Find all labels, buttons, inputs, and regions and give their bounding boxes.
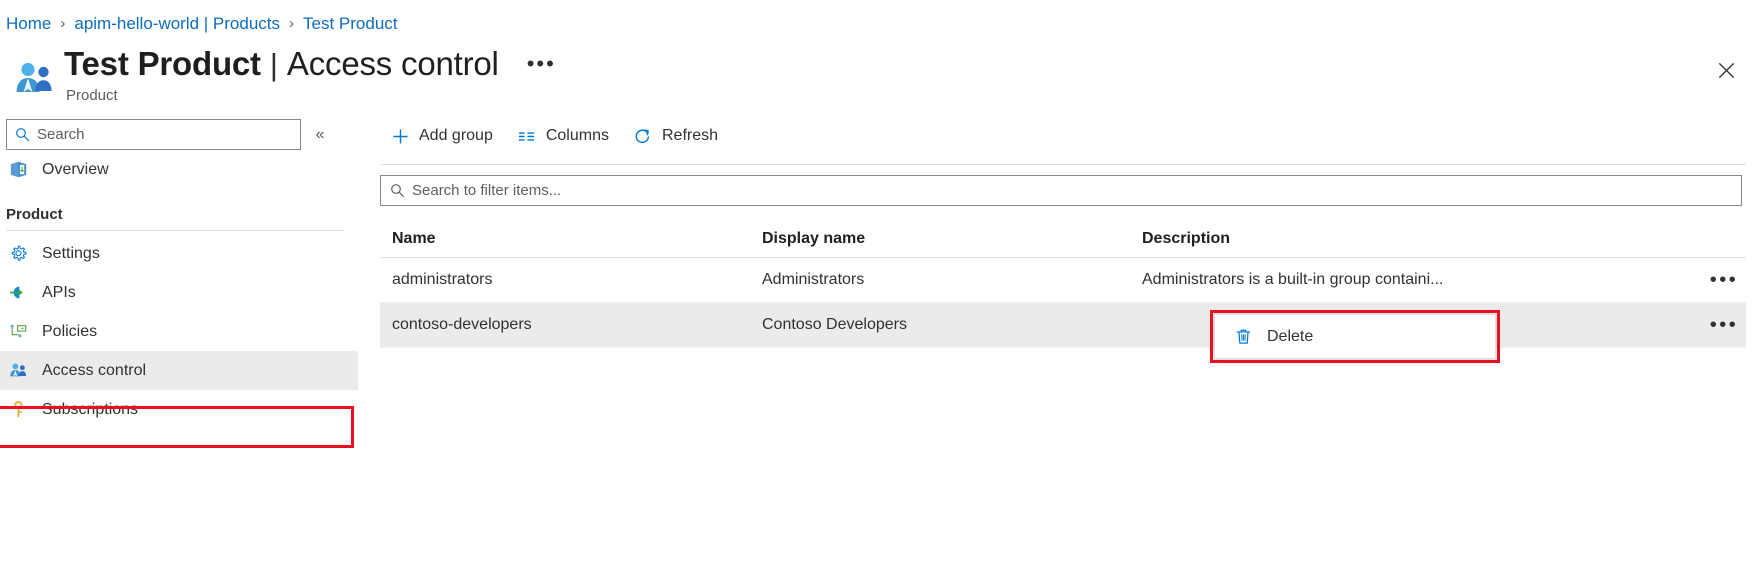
search-input-wrapper[interactable] <box>6 119 301 150</box>
close-icon[interactable] <box>1708 52 1744 88</box>
refresh-button[interactable]: Refresh <box>623 119 728 153</box>
cell-display-name: Administrators <box>762 271 1142 289</box>
command-label: Add group <box>419 127 493 145</box>
overview-cube-icon <box>8 159 29 180</box>
breadcrumb-separator: › <box>289 15 294 32</box>
sidebar-item-label: APIs <box>42 284 76 302</box>
trash-icon <box>1233 327 1253 347</box>
filter-input-wrapper[interactable] <box>380 175 1742 206</box>
row-more-options-icon[interactable]: ••• <box>1702 314 1746 337</box>
command-bar: Add group Columns Refr <box>380 114 1746 158</box>
command-label: Columns <box>546 127 609 145</box>
sidebar-item-label: Overview <box>42 161 109 179</box>
row-context-menu[interactable]: Delete <box>1214 314 1496 359</box>
sidebar-item-label: Settings <box>42 245 100 263</box>
plus-icon <box>390 126 410 146</box>
sidebar-item-label: Policies <box>42 323 97 341</box>
sidebar-item-subscriptions[interactable]: Subscriptions <box>0 390 358 429</box>
page-subtitle: Product <box>66 87 562 104</box>
search-icon <box>15 127 30 142</box>
table-row[interactable]: contoso-developers Contoso Developers ••… <box>380 303 1746 348</box>
users-group-icon <box>14 58 56 100</box>
column-header-display-name[interactable]: Display name <box>762 230 1142 248</box>
breadcrumb-item-test-product[interactable]: Test Product <box>303 14 398 34</box>
sidebar-item-overview[interactable]: Overview <box>0 150 358 189</box>
filter-input[interactable] <box>412 182 1732 199</box>
breadcrumb-item-home[interactable]: Home <box>6 14 51 34</box>
columns-button[interactable]: Columns <box>507 119 619 153</box>
search-input[interactable] <box>37 126 292 143</box>
sidebar-item-label: Subscriptions <box>42 401 138 419</box>
policies-icon <box>8 321 29 342</box>
breadcrumb: Home › apim-hello-world | Products › Tes… <box>0 0 1756 38</box>
users-group-icon <box>8 360 29 381</box>
breadcrumb-item-products[interactable]: apim-hello-world | Products <box>74 14 280 34</box>
page-header: Test Product | Access control ••• Produc… <box>0 38 1756 114</box>
cell-name: contoso-developers <box>380 316 762 334</box>
command-bar-divider <box>380 164 1746 165</box>
columns-icon <box>517 126 537 146</box>
sidebar-search-row: « <box>0 119 358 150</box>
cell-description: Administrators is a built-in group conta… <box>1142 271 1702 289</box>
groups-table: Name Display name Description administra… <box>380 220 1746 348</box>
sidebar-group-header: Product <box>0 189 358 230</box>
column-header-name[interactable]: Name <box>380 230 762 248</box>
apis-arrow-icon <box>8 282 29 303</box>
sidebar-item-access-control[interactable]: Access control <box>0 351 358 390</box>
main-content: Add group Columns Refr <box>358 114 1756 510</box>
sidebar-item-apis[interactable]: APIs <box>0 273 358 312</box>
sidebar-item-policies[interactable]: Policies <box>0 312 358 351</box>
table-row[interactable]: administrators Administrators Administra… <box>380 258 1746 303</box>
sidebar-item-settings[interactable]: Settings <box>0 234 358 273</box>
page-more-options-icon[interactable]: ••• <box>521 53 562 75</box>
chevron-double-left-icon[interactable]: « <box>303 119 337 150</box>
menu-item-label: Delete <box>1267 328 1313 346</box>
cell-name: administrators <box>380 271 762 289</box>
add-group-button[interactable]: Add group <box>380 119 503 153</box>
column-header-description[interactable]: Description <box>1142 230 1702 248</box>
breadcrumb-separator: › <box>60 15 65 32</box>
page-title-section: Access control <box>287 44 499 84</box>
cell-display-name: Contoso Developers <box>762 316 1142 334</box>
command-label: Refresh <box>662 127 718 145</box>
key-icon <box>8 399 29 420</box>
page-title-resource: Test Product <box>64 44 261 84</box>
sidebar-item-label: Access control <box>42 362 146 380</box>
refresh-icon <box>633 126 653 146</box>
delete-menu-item[interactable]: Delete <box>1215 315 1495 358</box>
search-icon <box>390 183 405 198</box>
row-more-options-icon[interactable]: ••• <box>1702 269 1746 292</box>
sidebar: « Overview Product Setting <box>0 114 358 510</box>
page-body: « Overview Product Setting <box>0 114 1756 510</box>
table-header-row: Name Display name Description <box>380 220 1746 258</box>
gear-icon <box>8 243 29 264</box>
title-separator: | <box>270 46 278 84</box>
sidebar-divider <box>6 230 344 231</box>
